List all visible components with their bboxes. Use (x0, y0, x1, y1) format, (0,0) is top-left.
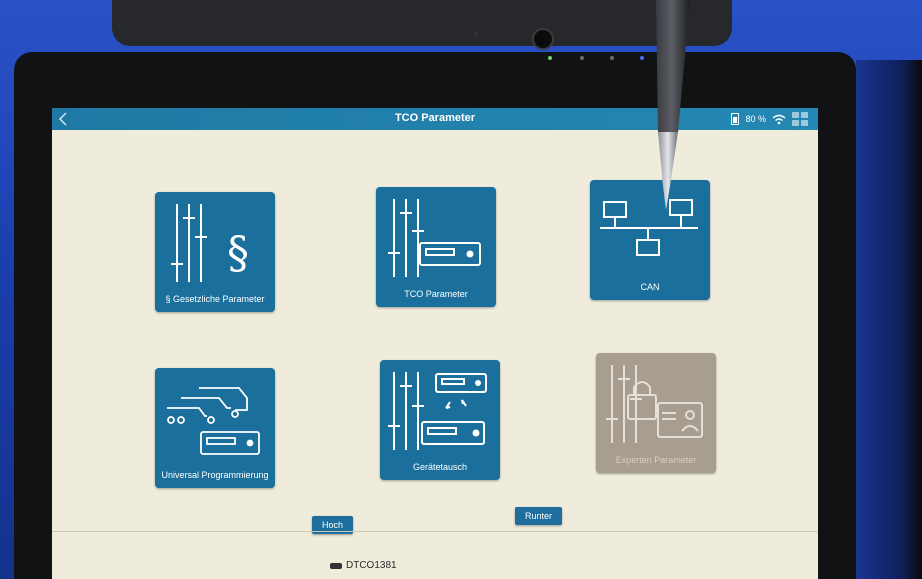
stylus-pen (656, 0, 690, 210)
